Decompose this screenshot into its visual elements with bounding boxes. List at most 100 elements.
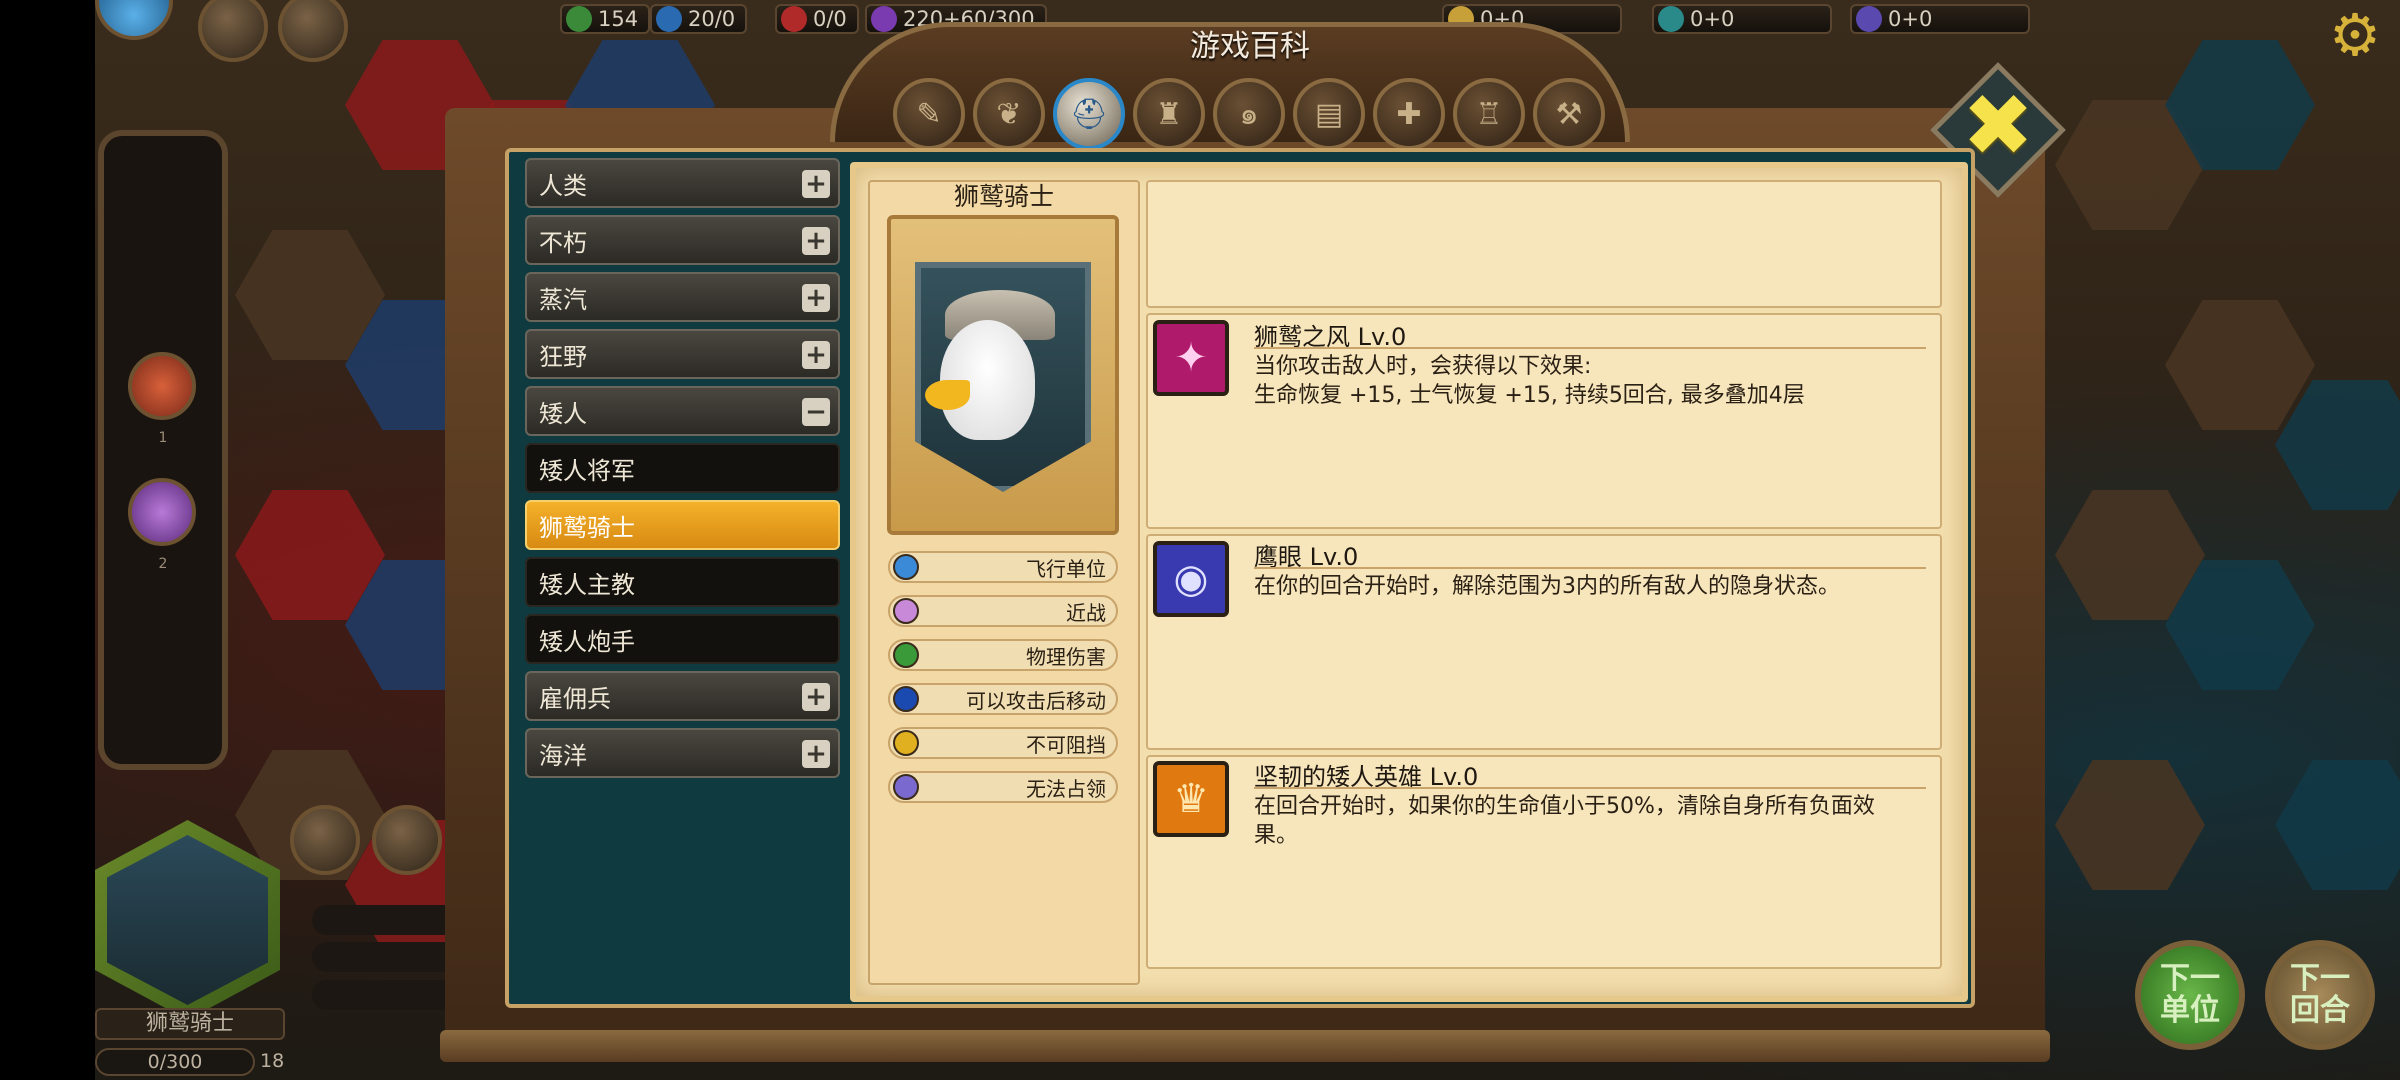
resource-crystal: 0+0 <box>1652 4 1832 34</box>
unit-tag: 飞行单位 <box>888 551 1118 583</box>
expand-icon[interactable]: + <box>802 341 830 369</box>
map-hex <box>2055 760 2205 890</box>
category-label: 矮人 <box>539 399 587 428</box>
unit-tag: 物理伤害 <box>888 639 1118 671</box>
unit-tag: 不可阻挡 <box>888 727 1118 759</box>
expand-icon[interactable]: + <box>802 740 830 768</box>
hero-hp: 0/300 <box>95 1048 255 1076</box>
panel-title: 游戏百科 <box>1190 29 1310 64</box>
category-dwarf[interactable]: 矮人 − <box>525 386 840 436</box>
unit-tag: 可以攻击后移动 <box>888 683 1118 715</box>
flying-icon <box>893 554 919 580</box>
unit-tag: 无法占领 <box>888 771 1118 803</box>
tab-helmet-icon[interactable]: ⛑ <box>1053 78 1125 150</box>
physical-damage-icon <box>893 642 919 668</box>
unit-item-label: 矮人将军 <box>539 456 635 485</box>
dwarf-hero-icon: ♛ <box>1153 761 1229 837</box>
resource-morale: 0/0 <box>775 4 859 34</box>
category-undead[interactable]: 不朽 + <box>525 215 840 265</box>
tab-tower-icon[interactable]: ♖ <box>1453 78 1525 150</box>
unit-tag: 近战 <box>888 595 1118 627</box>
crystal-icon <box>1658 6 1684 32</box>
unit-tag-label: 无法占领 <box>1026 776 1106 801</box>
divider <box>1254 347 1926 349</box>
resource-value: 0+0 <box>1690 7 1735 31</box>
unstoppable-icon <box>893 730 919 756</box>
category-human[interactable]: 人类 + <box>525 158 840 208</box>
skill-desc: 在回合开始时，如果你的生命值小于50%，清除自身所有负面效 <box>1254 794 1875 819</box>
population-icon <box>656 6 682 32</box>
category-label: 蒸汽 <box>539 285 587 314</box>
category-label: 雇佣兵 <box>539 684 611 713</box>
unit-item-label: 狮鹫骑士 <box>539 513 635 542</box>
unit-item-label: 矮人主教 <box>539 570 635 599</box>
unit-item-label: 矮人炮手 <box>539 627 635 656</box>
food-icon <box>566 6 592 32</box>
resource-value: 0/0 <box>813 7 847 31</box>
unit-item[interactable]: 矮人将军 <box>525 443 840 493</box>
category-mercenary[interactable]: 雇佣兵 + <box>525 671 840 721</box>
map-hex <box>2275 760 2400 890</box>
queue-unit-avatar[interactable] <box>128 352 196 420</box>
shield-sword-icon[interactable] <box>372 805 442 875</box>
settings-gear-icon[interactable]: ⚙ <box>2315 0 2395 70</box>
resource-population: 20/0 <box>650 4 748 34</box>
expand-icon[interactable]: + <box>802 170 830 198</box>
category-ocean[interactable]: 海洋 + <box>525 728 840 778</box>
resource-mana: 0+0 <box>1850 4 2030 34</box>
unit-item[interactable]: 矮人主教 <box>525 557 840 607</box>
expand-icon[interactable]: + <box>802 683 830 711</box>
hero-level: 18 <box>260 1050 285 1072</box>
morale-icon <box>781 6 807 32</box>
encyclopedia-book-icon[interactable] <box>290 805 360 875</box>
resource-food: 154 <box>560 4 651 34</box>
tab-book-icon[interactable]: ▤ <box>1293 78 1365 150</box>
collapse-icon[interactable]: − <box>802 398 830 426</box>
skill-desc: 在你的回合开始时，解除范围为3内的所有敌人的隐身状态。 <box>1254 574 1840 599</box>
category-steam[interactable]: 蒸汽 + <box>525 272 840 322</box>
map-hex <box>2165 300 2315 430</box>
unit-name: 狮鹫骑士 <box>953 182 1054 211</box>
expand-icon[interactable]: + <box>802 284 830 312</box>
eagle-eye-icon: ◉ <box>1153 541 1229 617</box>
category-label: 海洋 <box>539 741 587 770</box>
divider <box>1254 787 1926 789</box>
skill-desc: 生命恢复 +15, 士气恢复 +15, 持续5回合, 最多叠加4层 <box>1254 383 1805 408</box>
tab-scroll-icon[interactable]: ✎ <box>893 78 965 150</box>
tab-swirl-icon[interactable]: ๑ <box>1213 78 1285 150</box>
queue-count: 1 <box>158 430 168 446</box>
wind-icon: ✦ <box>1153 320 1229 396</box>
unit-tag-label: 物理伤害 <box>1026 644 1106 669</box>
skill-slot-empty <box>1146 180 1942 308</box>
next-unit-button[interactable]: 下一 单位 <box>2135 940 2245 1050</box>
tab-hammer-icon[interactable]: ⚒ <box>1533 78 1605 150</box>
skill-desc: 当你攻击敌人时，会获得以下效果: <box>1254 354 1592 379</box>
divider <box>1254 567 1926 569</box>
unit-tag-label: 飞行单位 <box>1026 556 1106 581</box>
category-label: 不朽 <box>539 228 587 257</box>
resource-value: 154 <box>598 7 639 31</box>
beak-icon <box>925 380 970 410</box>
next-turn-button[interactable]: 下一 回合 <box>2265 940 2375 1050</box>
unit-tag-label: 近战 <box>1066 600 1106 625</box>
panel-bottom-beam <box>440 1030 2050 1062</box>
unit-tag-label: 不可阻挡 <box>1026 732 1106 757</box>
resource-value: 20/0 <box>688 7 736 31</box>
unit-item[interactable]: 矮人炮手 <box>525 614 840 664</box>
category-wild[interactable]: 狂野 + <box>525 329 840 379</box>
hero-name: 狮鹫骑士 <box>95 1008 285 1040</box>
move-after-attack-icon <box>893 686 919 712</box>
tab-sword-icon[interactable]: ✚ <box>1373 78 1445 150</box>
unit-item-selected[interactable]: 狮鹫骑士 <box>525 500 840 550</box>
expand-icon[interactable]: + <box>802 227 830 255</box>
mana-icon <box>1856 6 1882 32</box>
tab-feather-icon[interactable]: ❦ <box>973 78 1045 150</box>
category-label: 狂野 <box>539 342 587 371</box>
cannot-capture-icon <box>893 774 919 800</box>
queue-count: 2 <box>158 556 168 572</box>
tab-armor-icon[interactable]: ♜ <box>1133 78 1205 150</box>
melee-icon <box>893 598 919 624</box>
resource-value: 0+0 <box>1888 7 1933 31</box>
category-label: 人类 <box>539 171 587 200</box>
queue-unit-avatar[interactable] <box>128 478 196 546</box>
